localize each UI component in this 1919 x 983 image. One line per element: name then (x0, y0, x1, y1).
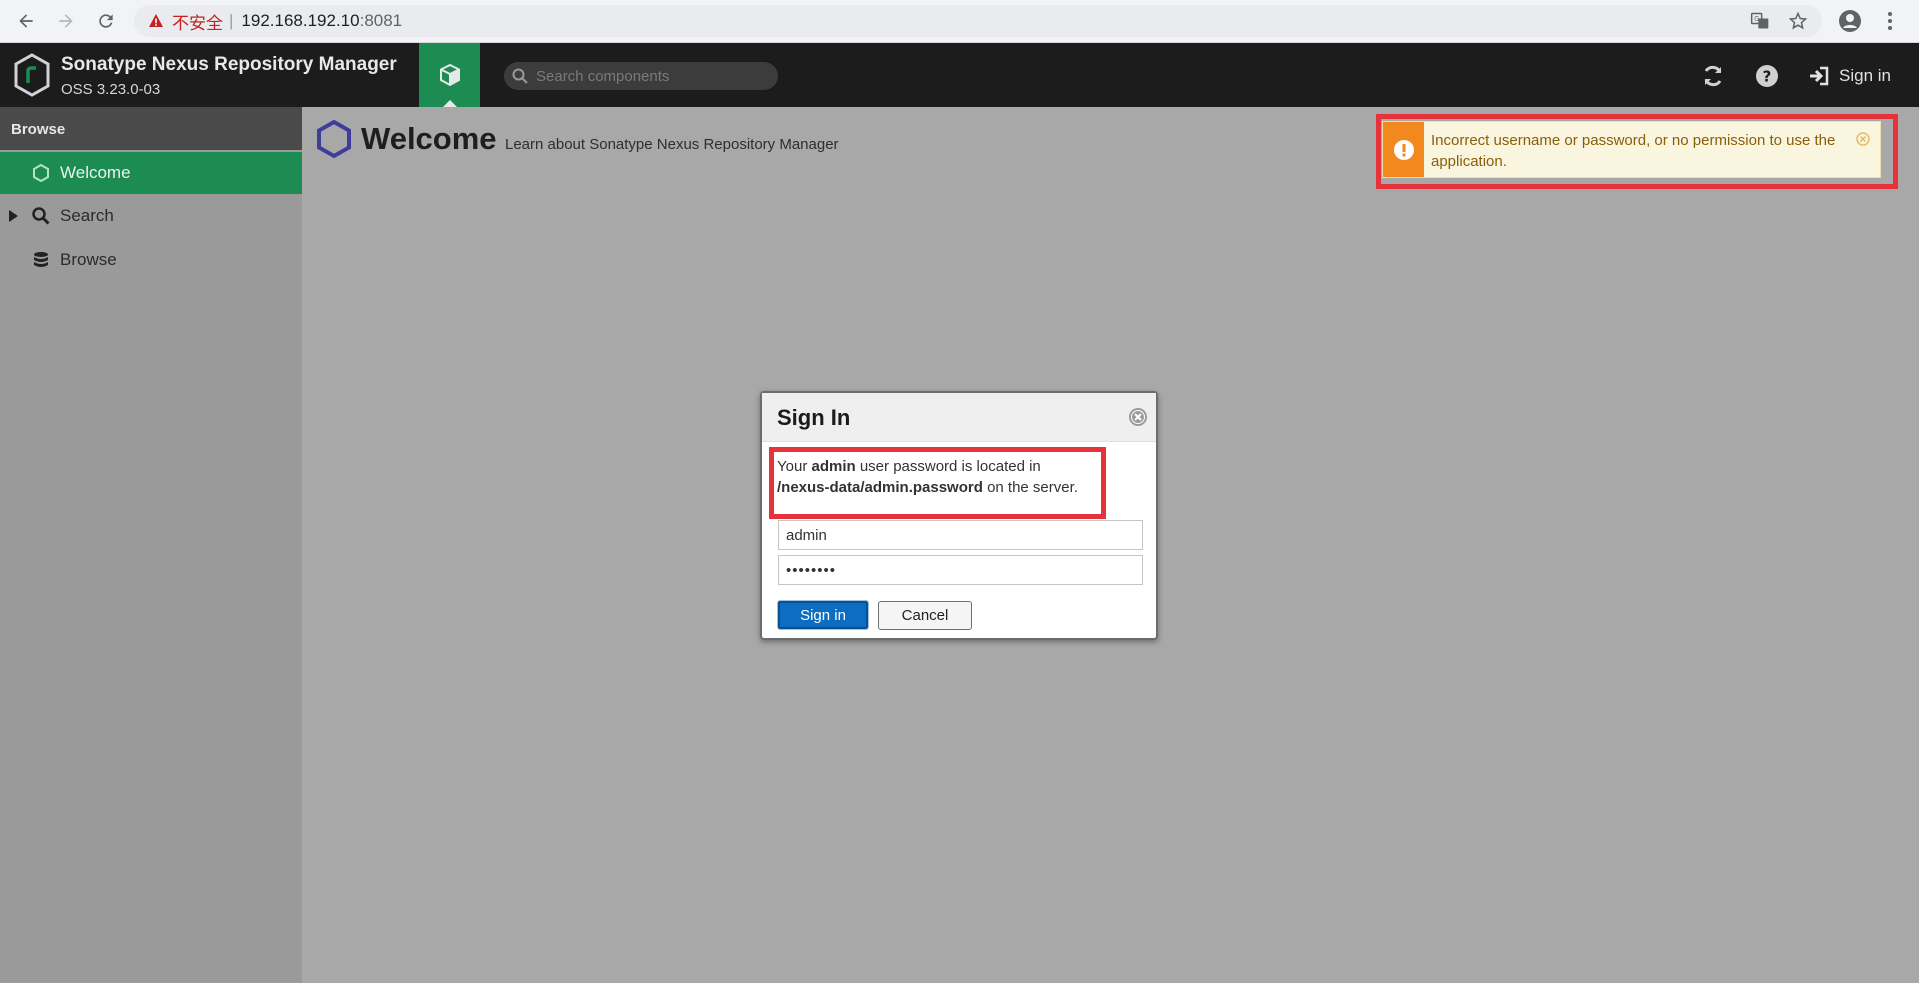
expand-arrow-icon[interactable] (9, 210, 18, 222)
info-suffix: on the server. (987, 479, 1078, 496)
username-field[interactable] (778, 520, 1143, 550)
url-host: 192.168.192.10 (241, 11, 360, 30)
address-bar[interactable]: 不安全 | 192.168.192.10 :8081 G (134, 5, 1822, 37)
component-search[interactable] (504, 62, 778, 90)
password-field[interactable] (778, 555, 1143, 585)
help-icon: ? (1756, 65, 1778, 87)
product-version: OSS 3.23.0-03 (61, 81, 161, 98)
browser-toolbar: 不安全 | 192.168.192.10 :8081 G (0, 0, 1919, 43)
sidebar-item-welcome[interactable]: Welcome (0, 152, 302, 194)
notification-close-icon[interactable] (1856, 132, 1870, 146)
product-name: Sonatype Nexus Repository Manager (61, 54, 397, 75)
page-subtitle: Learn about Sonatype Nexus Repository Ma… (505, 136, 839, 153)
bookmark-star-icon[interactable] (1788, 11, 1808, 36)
exclamation-icon (1393, 139, 1414, 160)
database-icon (32, 251, 50, 269)
url-port: :8081 (359, 11, 403, 30)
back-arrow-icon (19, 14, 33, 28)
sidebar-item-browse[interactable]: Browse (0, 238, 302, 282)
password-location-info: Your admin user password is located in /… (777, 456, 1107, 498)
forward-button[interactable] (52, 8, 80, 34)
forward-arrow-icon (59, 14, 73, 28)
refresh-icon (1704, 65, 1722, 87)
search-components-input[interactable] (536, 67, 756, 85)
header-sign-in-button[interactable]: Sign in (1808, 61, 1891, 91)
dialog-title: Sign In (777, 405, 851, 430)
sidebar: Browse Welcome Search Browse (0, 107, 302, 983)
sign-in-icon (1810, 66, 1829, 86)
notification-message: Incorrect username or password, or no pe… (1431, 132, 1836, 170)
nexus-logo-icon (14, 53, 50, 97)
app-header: Sonatype Nexus Repository Manager OSS 3.… (0, 43, 1919, 107)
profile-avatar-icon[interactable] (1838, 9, 1862, 33)
sidebar-item-label: Browse (60, 250, 117, 269)
sidebar-heading: Browse (0, 107, 302, 150)
svg-text:?: ? (1763, 68, 1772, 86)
sidebar-item-label: Search (60, 206, 114, 225)
refresh-button[interactable] (1698, 61, 1728, 91)
insecure-label: 不安全 (172, 13, 223, 34)
browser-menu-icon[interactable] (1886, 9, 1894, 33)
translate-icon[interactable]: G (1750, 11, 1770, 36)
sign-in-button[interactable]: Sign in (777, 600, 869, 630)
reload-button[interactable] (92, 8, 120, 34)
sign-in-dialog: Sign In Your admin user password is loca… (760, 391, 1158, 640)
info-prefix: Your (777, 458, 808, 475)
page-title: Welcome (361, 121, 497, 156)
dialog-header: Sign In (762, 393, 1156, 442)
help-button[interactable]: ? (1752, 61, 1782, 91)
cube-icon (439, 63, 460, 87)
header-sign-in-label: Sign in (1839, 66, 1891, 85)
notification-alert-bar (1383, 122, 1424, 177)
search-icon (32, 207, 50, 225)
hexagon-icon (32, 164, 50, 182)
warning-icon (148, 13, 164, 29)
info-username: admin (811, 458, 856, 475)
svg-text:G: G (1754, 15, 1759, 23)
welcome-hexagon-icon (317, 119, 351, 159)
reload-icon (99, 14, 113, 28)
error-notification: Incorrect username or password, or no pe… (1382, 121, 1881, 178)
sidebar-item-label: Welcome (60, 163, 131, 182)
browse-mode-button[interactable] (419, 43, 480, 107)
info-password-path: /nexus-data/admin.password (777, 479, 983, 496)
sidebar-item-search[interactable]: Search (0, 194, 302, 238)
search-icon (512, 68, 528, 84)
cancel-button[interactable]: Cancel (878, 601, 972, 630)
dialog-close-icon[interactable] (1128, 407, 1148, 427)
url-separator: | (229, 11, 234, 30)
back-button[interactable] (12, 8, 40, 34)
info-middle: user password is located in (859, 458, 1041, 475)
